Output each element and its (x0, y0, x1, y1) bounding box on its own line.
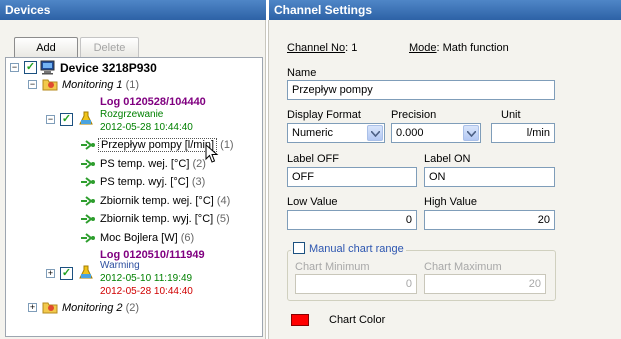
channel-3-count: (3) (191, 176, 206, 188)
chart-color-label: Chart Color (329, 314, 386, 326)
unit-field[interactable]: l/min (491, 123, 555, 143)
name-label: Name (287, 67, 317, 79)
display-format-select[interactable]: Numeric (287, 123, 385, 143)
chart-maximum-label: Chart Maximum (424, 261, 502, 273)
unit-label: Unit (501, 109, 521, 121)
computer-icon (40, 60, 55, 75)
channel-3-label: PS temp. wyj. [°C] (100, 176, 189, 188)
device-node-label[interactable]: Device 3218P930 (60, 61, 157, 75)
device-checkbox[interactable]: ✓ (24, 61, 37, 74)
chart-minimum-field[interactable]: 0 (295, 274, 417, 294)
rozgrzewanie-collapse-toggle[interactable]: − (46, 115, 55, 124)
warming-start-date: 2012-05-10 11:19:49 (100, 273, 193, 284)
mode-value: : Math function (436, 42, 509, 54)
warming-end-date: 2012-05-28 10:44:40 (100, 286, 193, 297)
mouse-pointer-icon (205, 144, 219, 163)
devices-tree[interactable]: − ✓ Device 3218P930 − Monitoring 1 (1) L… (5, 57, 263, 337)
monitoring2-node[interactable]: Monitoring 2 (2) (62, 301, 139, 315)
devices-panel-header: Devices (0, 0, 266, 20)
channel-arrow-icon (81, 140, 95, 150)
channel-1-label: Przepływ pompy [l/min] (98, 138, 218, 152)
channel-5-count: (5) (216, 213, 230, 225)
log-entry-label[interactable]: Log 0120528/104440 (100, 95, 206, 109)
channel-1-count: (1) (220, 139, 234, 151)
mode-label: Mode (409, 42, 437, 54)
label-off-label: Label OFF (287, 153, 339, 165)
chevron-down-icon[interactable] (367, 125, 383, 141)
channel-no-row: Channel No: 1 (287, 42, 357, 54)
channel-arrow-icon (81, 159, 95, 169)
mode-row: Mode: Math function (409, 42, 509, 54)
low-value-label: Low Value (287, 196, 338, 208)
warming-label[interactable]: Warming (100, 259, 140, 273)
precision-select[interactable]: 0.000 (391, 123, 481, 143)
channel-item-4[interactable]: Zbiornik temp. wej. [°C] (4) (100, 194, 230, 208)
channel-arrow-icon (81, 177, 95, 187)
channel-arrow-icon (81, 214, 95, 224)
display-format-label: Display Format (287, 109, 361, 121)
display-format-value: Numeric (292, 127, 333, 139)
name-field[interactable]: Przepływ pompy (287, 80, 555, 100)
flask-icon (79, 265, 93, 279)
warming-expand-toggle[interactable]: + (46, 269, 55, 278)
chart-minimum-label: Chart Minimum (295, 261, 370, 273)
rozgrzewanie-label[interactable]: Rozgrzewanie (100, 108, 163, 122)
monitoring2-count: (2) (125, 302, 140, 314)
channel-item-3[interactable]: PS temp. wyj. [°C] (3) (100, 175, 205, 189)
channel-no-label: Channel No (287, 42, 346, 54)
rozgrzewanie-date: 2012-05-28 10:44:40 (100, 122, 193, 133)
label-on-field[interactable]: ON (424, 167, 555, 187)
monitoring1-collapse-toggle[interactable]: − (28, 80, 37, 89)
channel-item-2[interactable]: PS temp. wej. [°C] (2) (100, 157, 206, 171)
monitoring1-node[interactable]: Monitoring 1 (1) (62, 78, 139, 92)
chevron-down-icon[interactable] (463, 125, 479, 141)
manual-chart-range-option[interactable]: Manual chart range (291, 242, 406, 255)
channel-item-6[interactable]: Moc Bojlera [W] (6) (100, 231, 194, 245)
low-value-field[interactable]: 0 (287, 210, 417, 230)
channel-2-label: PS temp. wej. [°C] (100, 158, 190, 170)
monitoring1-label: Monitoring 1 (62, 79, 123, 91)
monitoring-folder-icon (42, 302, 58, 314)
monitoring1-count: (1) (125, 79, 140, 91)
channel-arrow-icon (81, 233, 95, 243)
monitoring2-label: Monitoring 2 (62, 302, 123, 314)
label-on-label: Label ON (424, 153, 471, 165)
channel-2-count: (2) (192, 158, 206, 170)
manual-chart-range-checkbox[interactable] (293, 242, 305, 254)
channel-no-value: : 1 (345, 42, 358, 54)
channel-6-label: Moc Bojlera [W] (100, 232, 178, 244)
channel-settings-header: Channel Settings (269, 0, 621, 20)
flask-icon (79, 111, 93, 125)
channel-settings-panel: Channel No: 1 Mode: Math function Name P… (268, 20, 621, 339)
device-collapse-toggle[interactable]: − (10, 63, 19, 72)
channel-5-label: Zbiornik temp. wyj. [°C] (100, 213, 214, 225)
channel-6-count: (6) (180, 232, 195, 244)
channel-item-5[interactable]: Zbiornik temp. wyj. [°C] (5) (100, 212, 230, 226)
label-off-field[interactable]: OFF (287, 167, 417, 187)
monitoring-folder-icon (42, 79, 58, 91)
high-value-field[interactable]: 20 (424, 210, 555, 230)
chart-maximum-field[interactable]: 20 (424, 274, 546, 294)
precision-label: Precision (391, 109, 437, 121)
channel-arrow-icon (81, 196, 95, 206)
channel-4-count: (4) (216, 195, 231, 207)
manual-chart-range-label: Manual chart range (309, 243, 404, 255)
warming-checkbox[interactable]: ✓ (60, 267, 73, 280)
high-value-label: High Value (424, 196, 477, 208)
precision-value: 0.000 (396, 127, 424, 139)
channel-4-label: Zbiornik temp. wej. [°C] (100, 195, 214, 207)
chart-color-swatch[interactable] (291, 314, 309, 326)
rozgrzewanie-checkbox[interactable]: ✓ (60, 113, 73, 126)
monitoring2-expand-toggle[interactable]: + (28, 303, 37, 312)
